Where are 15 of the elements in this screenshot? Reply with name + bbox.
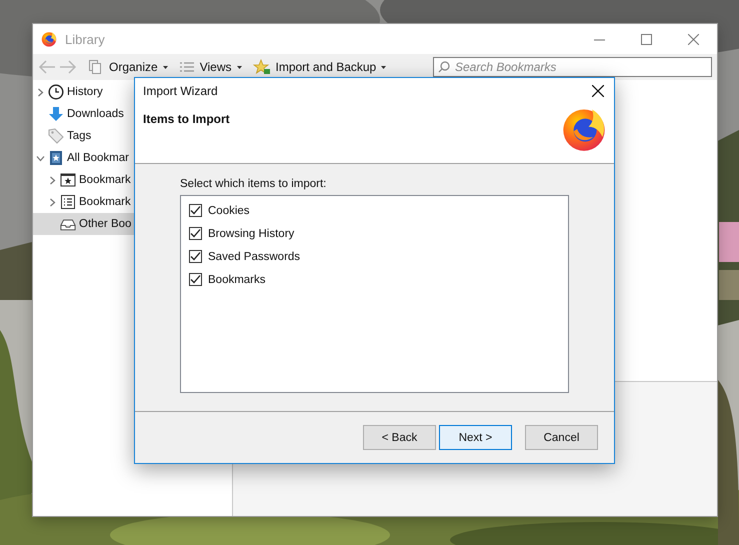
dialog-title: Import Wizard: [143, 84, 219, 98]
tree-row-label: Downloads: [67, 108, 124, 120]
tree-row-label: All Bookmar: [67, 152, 129, 164]
tree-row-label: Other Boo: [79, 218, 132, 230]
prompt-text: Select which items to import:: [180, 178, 326, 190]
option-label: Saved Passwords: [208, 250, 300, 262]
option-label: Browsing History: [208, 228, 294, 240]
tree-row-label: Tags: [67, 130, 92, 142]
window-title: Library: [65, 32, 106, 46]
tree-row-label: Bookmark: [79, 196, 131, 208]
tree-row-label: History: [67, 86, 103, 98]
page-heading: Items to Import: [143, 112, 231, 128]
option-label: Cookies: [208, 204, 250, 216]
option-label: Bookmarks: [208, 274, 266, 286]
tree-row-label: Bookmark: [79, 174, 131, 186]
